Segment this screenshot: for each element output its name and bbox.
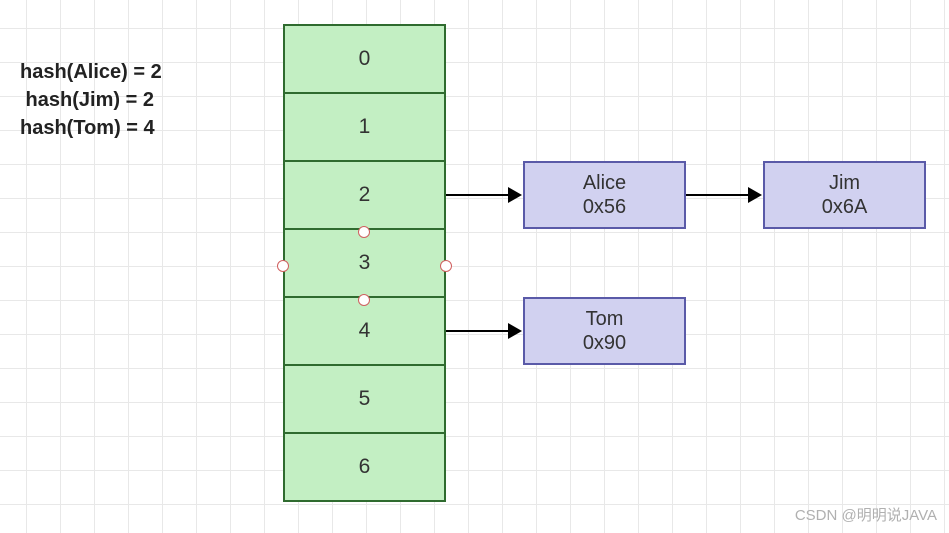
selection-handle-icon: [358, 294, 370, 306]
arrow-head-icon: [508, 187, 522, 203]
selection-handle-icon: [440, 260, 452, 272]
bucket-1: 1: [285, 94, 444, 162]
node-address: 0x90: [583, 331, 626, 355]
selection-handle-icon: [277, 260, 289, 272]
node-name: Jim: [829, 171, 860, 195]
bucket-index: 3: [359, 251, 371, 275]
node-address: 0x56: [583, 195, 626, 219]
node-address: 0x6A: [822, 195, 868, 219]
bucket-index: 0: [359, 47, 371, 71]
hash-array: 0 1 2 3 4 5 6: [283, 24, 446, 502]
node-alice: Alice 0x56: [523, 161, 686, 229]
bucket-index: 1: [359, 115, 371, 139]
node-name: Alice: [583, 171, 626, 195]
bucket-4: 4: [285, 298, 444, 366]
bucket-index: 2: [359, 183, 371, 207]
bucket-3: 3: [285, 230, 444, 298]
selection-handle-icon: [358, 226, 370, 238]
bucket-index: 5: [359, 387, 371, 411]
arrow-head-icon: [508, 323, 522, 339]
watermark: CSDN @明明说JAVA: [795, 504, 937, 525]
hash-line-0: hash(Alice) = 2: [20, 61, 162, 83]
node-tom: Tom 0x90: [523, 297, 686, 365]
bucket-index: 4: [359, 319, 371, 343]
bucket-index: 6: [359, 455, 371, 479]
arrow-head-icon: [748, 187, 762, 203]
hash-line-2: hash(Tom) = 4: [20, 117, 155, 139]
arrow-line: [446, 330, 510, 332]
bucket-5: 5: [285, 366, 444, 434]
hash-line-1: hash(Jim) = 2: [20, 89, 154, 111]
bucket-0: 0: [285, 26, 444, 94]
hash-function-label: hash(Alice) = 2 hash(Jim) = 2 hash(Tom) …: [20, 58, 162, 142]
arrow-line: [446, 194, 510, 196]
bucket-6: 6: [285, 434, 444, 502]
node-name: Tom: [586, 307, 624, 331]
arrow-line: [686, 194, 750, 196]
node-jim: Jim 0x6A: [763, 161, 926, 229]
bucket-2: 2: [285, 162, 444, 230]
